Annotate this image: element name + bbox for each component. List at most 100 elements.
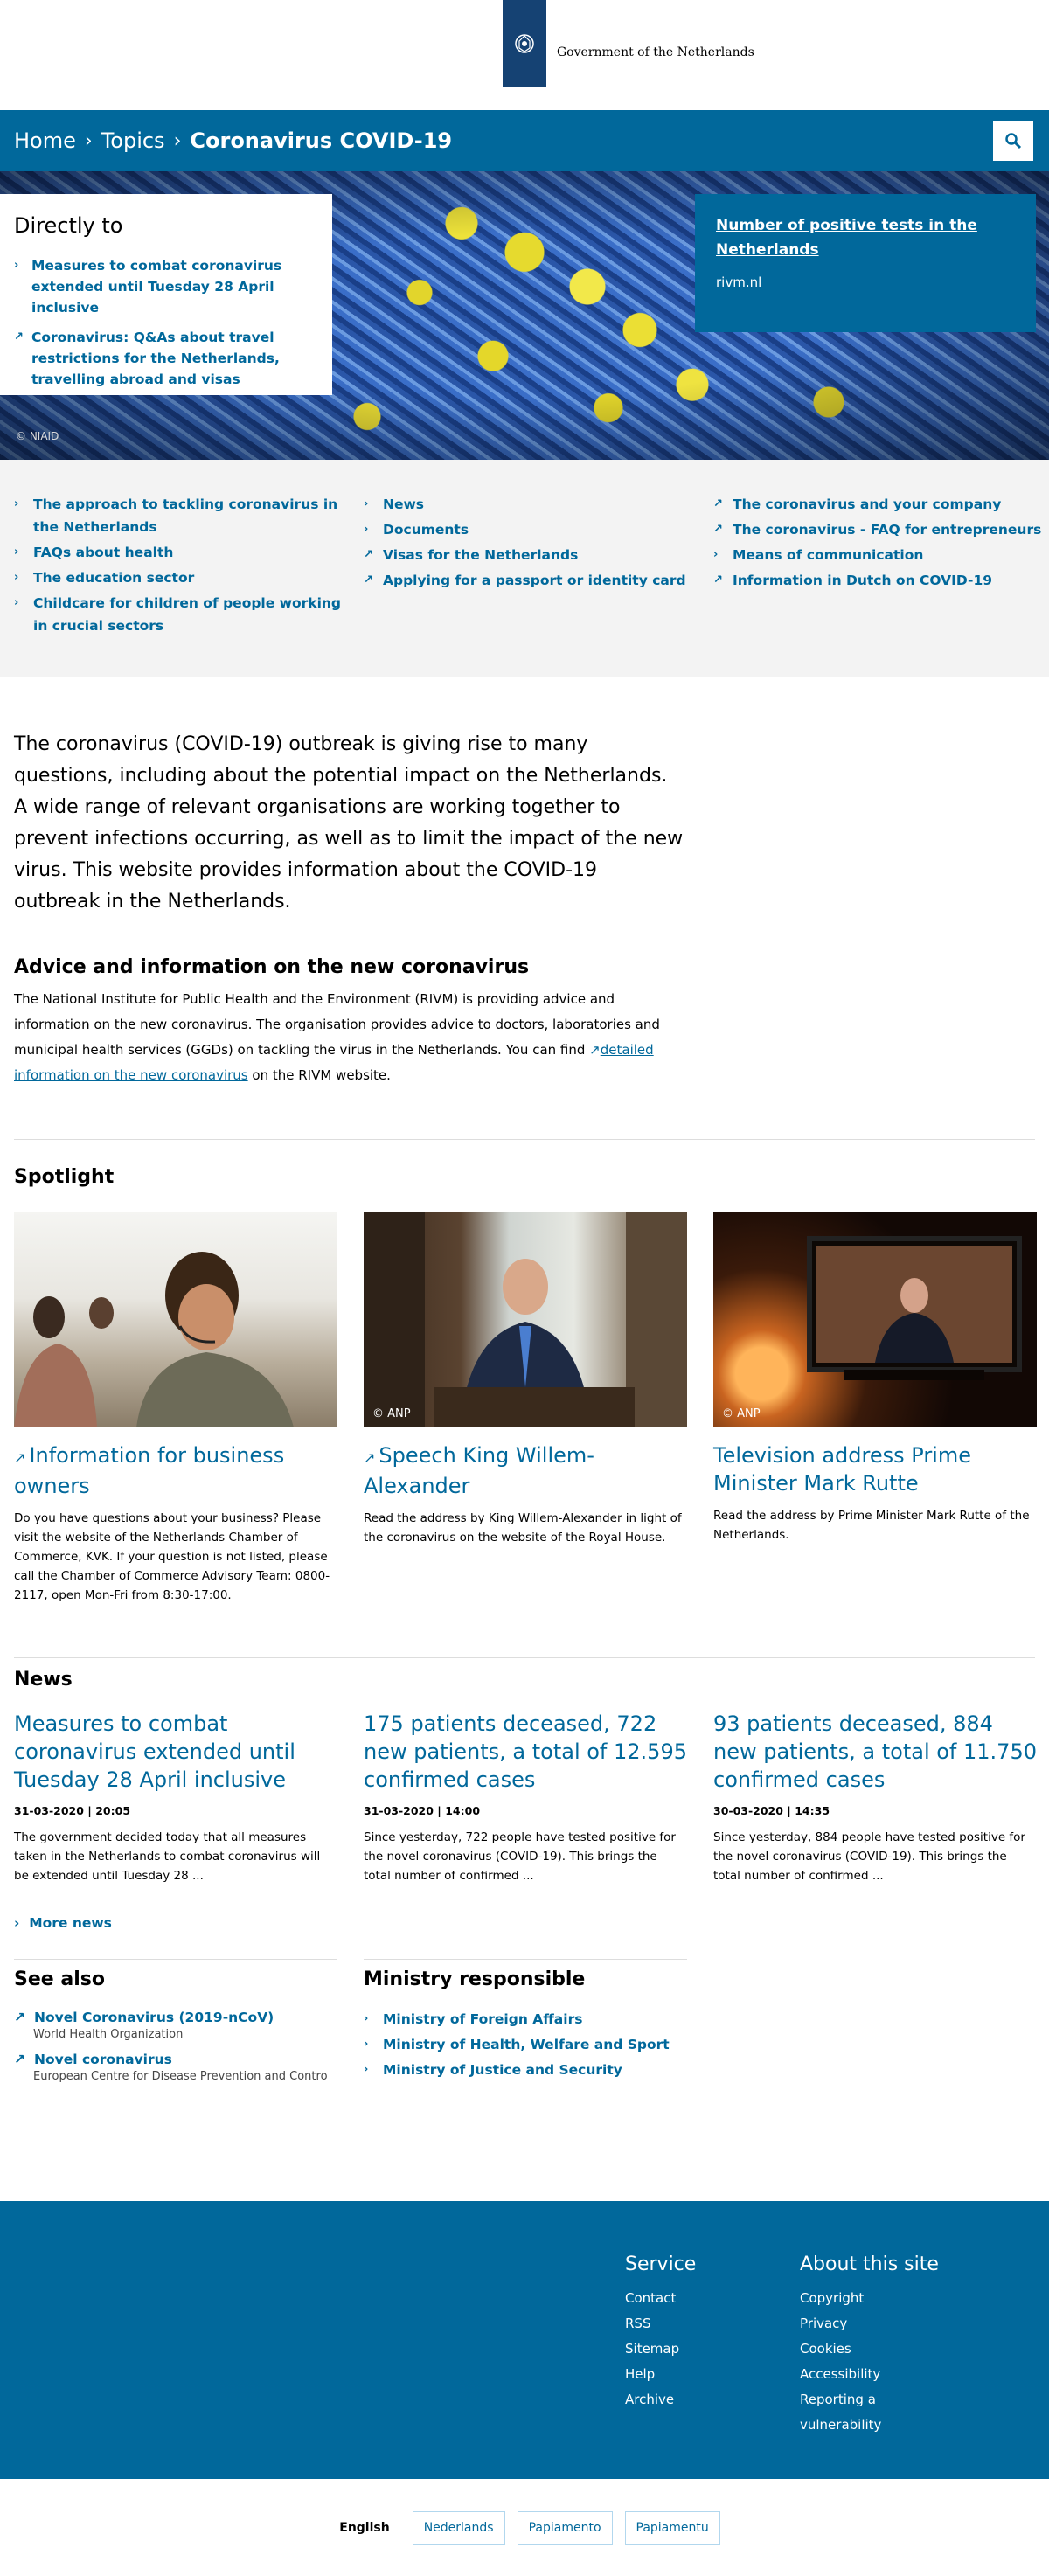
news-date: 31-03-2020 | 20:05	[14, 1804, 131, 1817]
king-photo	[364, 1212, 687, 1427]
topic-link[interactable]: ↗ Visas for the Netherlands	[364, 544, 699, 566]
external-link-icon: ↗	[713, 523, 723, 536]
breadcrumb-bar: Home › Topics › Coronavirus COVID-19	[0, 110, 1049, 171]
footer-service-title: Service	[625, 2253, 697, 2275]
topic-link[interactable]: › The approach to tackling coronavirus in…	[14, 493, 350, 538]
search-button[interactable]	[993, 121, 1033, 161]
footer-link-sitemap[interactable]: Sitemap	[625, 2336, 696, 2362]
rivm-link[interactable]: Number of positive tests in the Netherla…	[716, 213, 1015, 262]
rivm-box: Number of positive tests in the Netherla…	[695, 194, 1036, 332]
see-also-source: World Health Organization	[33, 2028, 184, 2041]
chevron-right-icon: ›	[364, 2063, 369, 2076]
news-summary: Since yesterday, 722 people have tested …	[364, 1830, 676, 1883]
ministry-title: Ministry responsible	[364, 1968, 586, 1990]
language-switcher: English Nederlands Papiamento Papiamentu	[0, 2479, 1049, 2576]
chevron-right-icon: ›	[84, 129, 93, 152]
footer-link-copyright[interactable]: Copyright	[800, 2286, 939, 2311]
site-header: Government of the Netherlands	[0, 0, 1049, 110]
ministry-responsible: Ministry responsible › Ministry of Foreig…	[364, 1959, 687, 2092]
breadcrumb-home[interactable]: Home	[14, 128, 76, 153]
spotlight-image-pm[interactable]: © ANP	[713, 1212, 1037, 1427]
spotlight-link-business[interactable]: Information for business owners	[14, 1443, 284, 1498]
related-section: See also ↗ Novel Coronavirus (2019-nCoV) …	[0, 1959, 1049, 2092]
breadcrumb-topics[interactable]: Topics	[101, 128, 165, 153]
footer-link-reporting[interactable]: Reporting a vulnerability	[800, 2387, 939, 2438]
see-also-link[interactable]: ↗ Novel coronavirus	[14, 2050, 337, 2069]
language-nederlands[interactable]: Nederlands	[412, 2510, 505, 2545]
site-footer: Service Contact RSS Sitemap Help Archive…	[0, 2201, 1049, 2479]
chevron-right-icon: ›	[713, 548, 719, 561]
footer-link-rss[interactable]: RSS	[625, 2311, 696, 2336]
language-papiamento[interactable]: Papiamento	[517, 2510, 613, 2545]
chevron-right-icon: ›	[14, 571, 19, 584]
spotlight-text: Read the address by Prime Minister Mark …	[713, 1509, 1030, 1542]
spotlight-link-king[interactable]: Speech King Willem-Alexander	[364, 1443, 594, 1498]
news-summary: Since yesterday, 884 people have tested …	[713, 1830, 1025, 1883]
spotlight-title: Spotlight	[14, 1166, 115, 1188]
ministry-link[interactable]: › Ministry of Foreign Affairs	[364, 2008, 687, 2031]
topic-link[interactable]: › Documents	[364, 518, 699, 541]
directly-link-measures[interactable]: › Measures to combat coronavirus extende…	[14, 255, 318, 318]
spotlight-link-pm[interactable]: Television address Prime Minister Mark R…	[713, 1443, 971, 1496]
topic-link[interactable]: ↗ The coronavirus and your company	[713, 493, 1049, 516]
chevron-right-icon: ›	[14, 497, 19, 510]
footer-about-title: About this site	[800, 2253, 939, 2275]
spotlight-image-business[interactable]	[14, 1212, 337, 1427]
news-link[interactable]: 175 patients deceased, 722 new patients,…	[364, 1712, 687, 1792]
government-logo[interactable]	[503, 0, 546, 87]
external-link-icon: ↗	[364, 548, 373, 561]
topic-link[interactable]: › News	[364, 493, 699, 516]
rivm-source: rivm.nl	[716, 274, 762, 290]
language-papiamentu[interactable]: Papiamentu	[624, 2510, 720, 2545]
external-link-icon: ↗	[713, 573, 723, 587]
ministry-link[interactable]: › Ministry of Justice and Security	[364, 2059, 687, 2081]
topic-link[interactable]: › Means of communication	[713, 544, 1049, 566]
directly-to-box: Directly to › Measures to combat coronav…	[0, 194, 332, 395]
ministry-link[interactable]: › Ministry of Health, Welfare and Sport	[364, 2033, 687, 2056]
see-also-title: See also	[14, 1968, 105, 1990]
see-also: See also ↗ Novel Coronavirus (2019-nCoV) …	[14, 1959, 337, 2092]
news-item: 175 patients deceased, 722 new patients,…	[364, 1710, 687, 1885]
topic-link[interactable]: ↗ Applying for a passport or identity car…	[364, 569, 699, 592]
spotlight-section: Spotlight ↗ Information for business owne…	[0, 1140, 1049, 1605]
news-link[interactable]: 93 patients deceased, 884 new patients, …	[713, 1712, 1037, 1792]
chevron-right-icon: ›	[14, 596, 19, 609]
chevron-right-icon: ›	[14, 1915, 20, 1931]
news-item: 93 patients deceased, 884 new patients, …	[713, 1710, 1037, 1885]
spotlight-card: © ANP Television address Prime Minister …	[713, 1212, 1037, 1605]
see-also-item: ↗ Novel coronavirus European Centre for D…	[14, 2050, 337, 2085]
news-section: News Measures to combat coronavirus exte…	[0, 1658, 1049, 1931]
advice-text: The National Institute for Public Health…	[14, 991, 660, 1083]
external-link-icon: ↗	[14, 2052, 25, 2067]
external-link-icon: ↗	[14, 2010, 25, 2025]
directly-link-travel[interactable]: ↗ Coronavirus: Q&As about travel restric…	[14, 327, 318, 390]
more-news-link[interactable]: › More news	[0, 1915, 1049, 1931]
breadcrumb-current: Coronavirus COVID-19	[190, 128, 453, 153]
coat-of-arms-icon	[515, 34, 534, 53]
breadcrumb: Home › Topics › Coronavirus COVID-19	[14, 110, 452, 171]
chevron-right-icon: ›	[364, 2038, 369, 2051]
footer-service: Service Contact RSS Sitemap Help Archive	[625, 2253, 696, 2413]
search-icon	[1005, 133, 1022, 149]
footer-link-cookies[interactable]: Cookies	[800, 2336, 939, 2362]
advice-section: Advice and information on the new corona…	[0, 918, 699, 1088]
spotlight-card: © ANP ↗ Speech King Willem-Alexander Read…	[364, 1212, 687, 1605]
see-also-link[interactable]: ↗ Novel Coronavirus (2019-nCoV)	[14, 2008, 337, 2027]
topic-link[interactable]: › Childcare for children of people workin…	[14, 592, 350, 637]
footer-link-privacy[interactable]: Privacy	[800, 2311, 939, 2336]
news-summary: The government decided today that all me…	[14, 1830, 321, 1883]
news-title: News	[14, 1669, 73, 1691]
news-link[interactable]: Measures to combat coronavirus extended …	[14, 1712, 295, 1792]
spotlight-image-king[interactable]: © ANP	[364, 1212, 687, 1427]
topic-link[interactable]: › The education sector	[14, 566, 350, 589]
footer-link-contact[interactable]: Contact	[625, 2286, 696, 2311]
topic-link[interactable]: ↗ The coronavirus - FAQ for entrepreneurs	[713, 518, 1049, 541]
footer-link-help[interactable]: Help	[625, 2362, 696, 2387]
topic-link[interactable]: › FAQs about health	[14, 541, 350, 564]
directly-to-title: Directly to	[14, 213, 123, 238]
chevron-right-icon: ›	[173, 129, 182, 152]
footer-link-archive[interactable]: Archive	[625, 2387, 696, 2413]
topic-link[interactable]: ↗ Information in Dutch on COVID-19	[713, 569, 1049, 592]
footer-link-accessibility[interactable]: Accessibility	[800, 2362, 939, 2387]
external-link-icon: ↗	[589, 1042, 601, 1058]
